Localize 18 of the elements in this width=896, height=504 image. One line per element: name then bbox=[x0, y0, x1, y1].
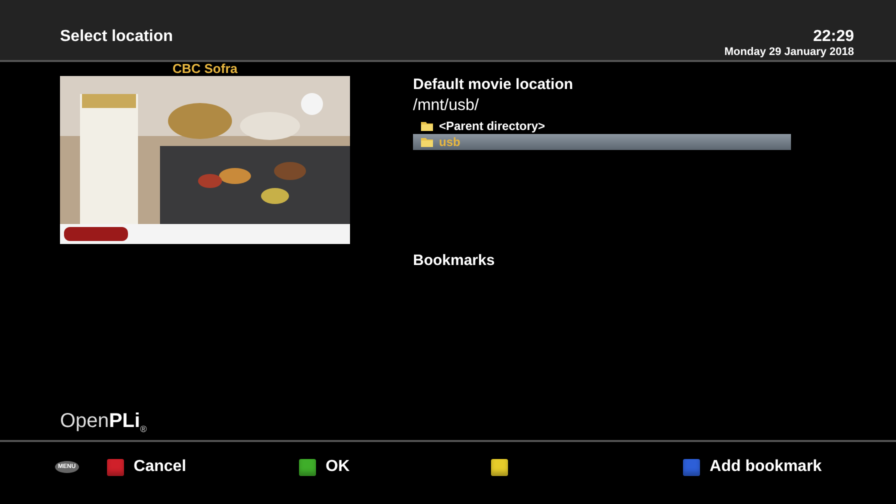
color-key-icon[interactable] bbox=[682, 458, 700, 476]
channel-name: CBC Sofra bbox=[172, 62, 238, 76]
folder-icon bbox=[421, 137, 433, 147]
screen-title: Select location bbox=[60, 28, 173, 46]
button-label[interactable]: OK bbox=[326, 458, 350, 476]
color-key-icon[interactable] bbox=[106, 458, 124, 476]
clock-date: Monday 29 January 2018 bbox=[724, 46, 854, 58]
logo: OpenPLi$_{®}$ bbox=[60, 409, 147, 436]
button-label[interactable]: Add bookmark bbox=[710, 458, 822, 476]
color-key-icon[interactable] bbox=[490, 458, 508, 476]
bookmarks-heading: Bookmarks bbox=[413, 252, 496, 270]
button-label[interactable]: Cancel bbox=[134, 458, 186, 476]
location-heading: Default movie location bbox=[413, 76, 574, 94]
color-key-icon[interactable] bbox=[298, 458, 316, 476]
current-path: /mnt/usb/ bbox=[413, 96, 480, 116]
clock-time: 22:29 bbox=[813, 28, 854, 46]
folder-icon bbox=[421, 121, 433, 131]
folder-item[interactable]: <Parent directory> bbox=[413, 118, 791, 134]
